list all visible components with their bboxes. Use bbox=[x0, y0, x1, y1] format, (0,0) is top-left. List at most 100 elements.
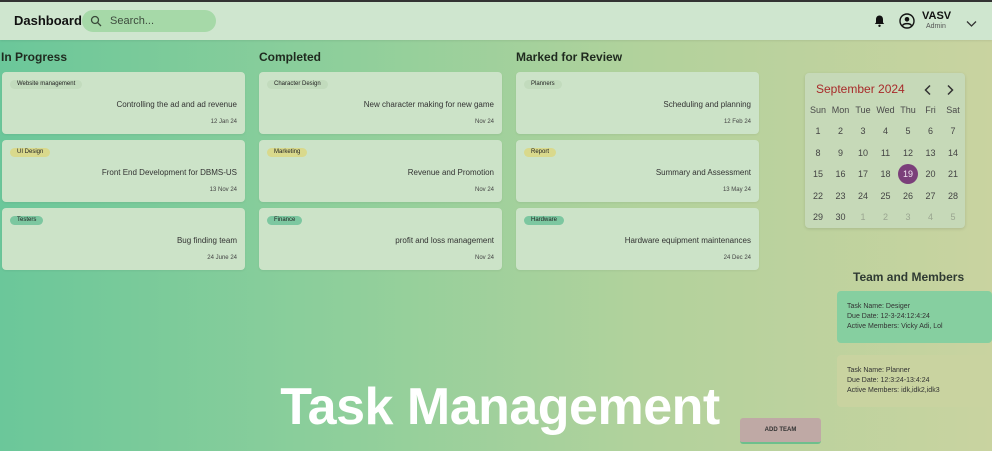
task-title: New character making for new game bbox=[363, 100, 494, 109]
weekday-label: Sat bbox=[946, 105, 960, 115]
task-card[interactable]: Testers Bug finding team 24 June 24 bbox=[2, 208, 245, 270]
task-title: Revenue and Promotion bbox=[407, 168, 494, 177]
calendar-day[interactable]: 24 bbox=[853, 186, 873, 206]
team-heading: Team and Members bbox=[853, 270, 965, 284]
calendar-month-label: September 2024 bbox=[816, 82, 905, 96]
task-tag: Testers bbox=[10, 216, 44, 225]
calendar-day[interactable]: 16 bbox=[831, 164, 851, 184]
task-date: 24 June 24 bbox=[207, 255, 237, 261]
task-title: Bug finding team bbox=[176, 236, 237, 245]
calendar-day[interactable]: 9 bbox=[831, 143, 851, 163]
user-name: VASV bbox=[922, 10, 952, 22]
weekday-label: Mon bbox=[831, 105, 850, 115]
calendar-day-next-month[interactable]: 2 bbox=[876, 207, 896, 227]
calendar-day[interactable]: 1 bbox=[808, 121, 828, 141]
task-card[interactable]: Hardware Hardware equipment maintenances… bbox=[516, 208, 759, 270]
weekday-label: Tue bbox=[855, 105, 871, 115]
task-tag: UI Design bbox=[10, 148, 51, 157]
team-task-name: Task Name: Desiger bbox=[847, 303, 911, 310]
calendar-day[interactable]: 17 bbox=[853, 164, 873, 184]
task-title: Controlling the ad and ad revenue bbox=[116, 100, 237, 109]
calendar-day[interactable]: 12 bbox=[898, 143, 918, 163]
calendar-day-next-month[interactable]: 4 bbox=[921, 207, 941, 227]
calendar-day[interactable]: 21 bbox=[943, 164, 963, 184]
calendar-day[interactable]: 26 bbox=[898, 186, 918, 206]
calendar-day[interactable]: 30 bbox=[831, 207, 851, 227]
weekday-label: Sun bbox=[809, 105, 826, 115]
brand-title[interactable]: Dashboard bbox=[14, 13, 82, 28]
top-bar: Dashboard VASV Admin bbox=[0, 0, 992, 40]
calendar-day[interactable]: 11 bbox=[876, 143, 896, 163]
task-date: Nov 24 bbox=[474, 119, 494, 125]
task-date: 24 Dec 24 bbox=[723, 255, 751, 261]
calendar-day[interactable]: 28 bbox=[943, 186, 963, 206]
task-card[interactable]: Website management Controlling the ad an… bbox=[2, 72, 245, 134]
calendar-day[interactable]: 15 bbox=[808, 164, 828, 184]
task-card[interactable]: Finance profit and loss management Nov 2… bbox=[259, 208, 502, 270]
calendar-day[interactable]: 2 bbox=[831, 121, 851, 141]
task-date: Nov 24 bbox=[474, 255, 494, 261]
task-date: 13 Nov 24 bbox=[209, 187, 237, 193]
task-tag: Character Design bbox=[267, 80, 328, 89]
task-tag: Marketing bbox=[267, 148, 308, 157]
task-card[interactable]: Planners Scheduling and planning 12 Feb … bbox=[516, 72, 759, 134]
calendar-day-next-month[interactable]: 3 bbox=[898, 207, 918, 227]
team-card[interactable]: Task Name: Desiger Due Date: 12-3-24:12:… bbox=[837, 291, 992, 343]
calendar-day[interactable]: 3 bbox=[853, 121, 873, 141]
task-tag: Hardware bbox=[524, 216, 565, 225]
team-due-date: Due Date: 12-3-24:12:4:24 bbox=[847, 313, 930, 320]
task-title: Front End Development for DBMS-US bbox=[101, 168, 237, 177]
chevron-right-icon[interactable] bbox=[945, 83, 955, 96]
search-box[interactable] bbox=[82, 10, 216, 32]
calendar-day-selected[interactable]: 19 bbox=[898, 164, 918, 184]
calendar-day[interactable]: 23 bbox=[831, 186, 851, 206]
weekday-label: Wed bbox=[876, 105, 895, 115]
user-avatar-icon[interactable] bbox=[899, 13, 915, 29]
column-title-in-progress: In Progress bbox=[1, 50, 68, 64]
calendar-day[interactable]: 8 bbox=[808, 143, 828, 163]
calendar-day[interactable]: 22 bbox=[808, 186, 828, 206]
team-task-name: Task Name: Planner bbox=[847, 367, 911, 374]
calendar-widget: September 2024 Sun Mon Tue Wed Thu Fri S… bbox=[805, 73, 965, 228]
chevron-down-icon[interactable] bbox=[966, 15, 977, 27]
calendar-day[interactable]: 6 bbox=[921, 121, 941, 141]
overlay-title: Task Management bbox=[280, 378, 720, 436]
calendar-day[interactable]: 4 bbox=[876, 121, 896, 141]
calendar-day[interactable]: 29 bbox=[808, 207, 828, 227]
calendar-day-next-month[interactable]: 1 bbox=[853, 207, 873, 227]
calendar-day[interactable]: 10 bbox=[853, 143, 873, 163]
calendar-day[interactable]: 14 bbox=[943, 143, 963, 163]
user-info[interactable]: VASV Admin bbox=[922, 11, 951, 31]
calendar-day[interactable]: 27 bbox=[921, 186, 941, 206]
task-title: Hardware equipment maintenances bbox=[624, 236, 751, 245]
task-title: Scheduling and planning bbox=[663, 100, 751, 109]
search-icon bbox=[90, 15, 102, 27]
task-card[interactable]: Marketing Revenue and Promotion Nov 24 bbox=[259, 140, 502, 202]
calendar-day[interactable]: 18 bbox=[876, 164, 896, 184]
calendar-day[interactable]: 25 bbox=[876, 186, 896, 206]
calendar-day[interactable]: 20 bbox=[921, 164, 941, 184]
task-tag: Report bbox=[524, 148, 557, 157]
chevron-left-icon[interactable] bbox=[923, 83, 933, 96]
team-active-members: Active Members: Vicky Adi, Lol bbox=[847, 323, 943, 330]
bell-icon[interactable] bbox=[873, 14, 886, 28]
calendar-day[interactable]: 7 bbox=[943, 121, 963, 141]
column-title-completed: Completed bbox=[259, 50, 322, 64]
calendar-day-next-month[interactable]: 5 bbox=[943, 207, 963, 227]
task-tag: Finance bbox=[267, 216, 303, 225]
task-date: 13 May 24 bbox=[722, 187, 751, 193]
task-card[interactable]: Report Summary and Assessment 13 May 24 bbox=[516, 140, 759, 202]
user-role: Admin bbox=[926, 23, 946, 30]
task-card[interactable]: Character Design New character making fo… bbox=[259, 72, 502, 134]
weekday-label: Thu bbox=[900, 105, 916, 115]
search-input[interactable] bbox=[108, 14, 208, 28]
task-date: Nov 24 bbox=[474, 187, 494, 193]
calendar-day[interactable]: 13 bbox=[921, 143, 941, 163]
task-card[interactable]: UI Design Front End Development for DBMS… bbox=[2, 140, 245, 202]
column-title-marked-for-review: Marked for Review bbox=[516, 50, 623, 64]
task-title: profit and loss management bbox=[395, 236, 494, 245]
task-tag: Website management bbox=[10, 80, 83, 89]
weekday-label: Fri bbox=[925, 105, 936, 115]
task-title: Summary and Assessment bbox=[655, 168, 751, 177]
calendar-day[interactable]: 5 bbox=[898, 121, 918, 141]
